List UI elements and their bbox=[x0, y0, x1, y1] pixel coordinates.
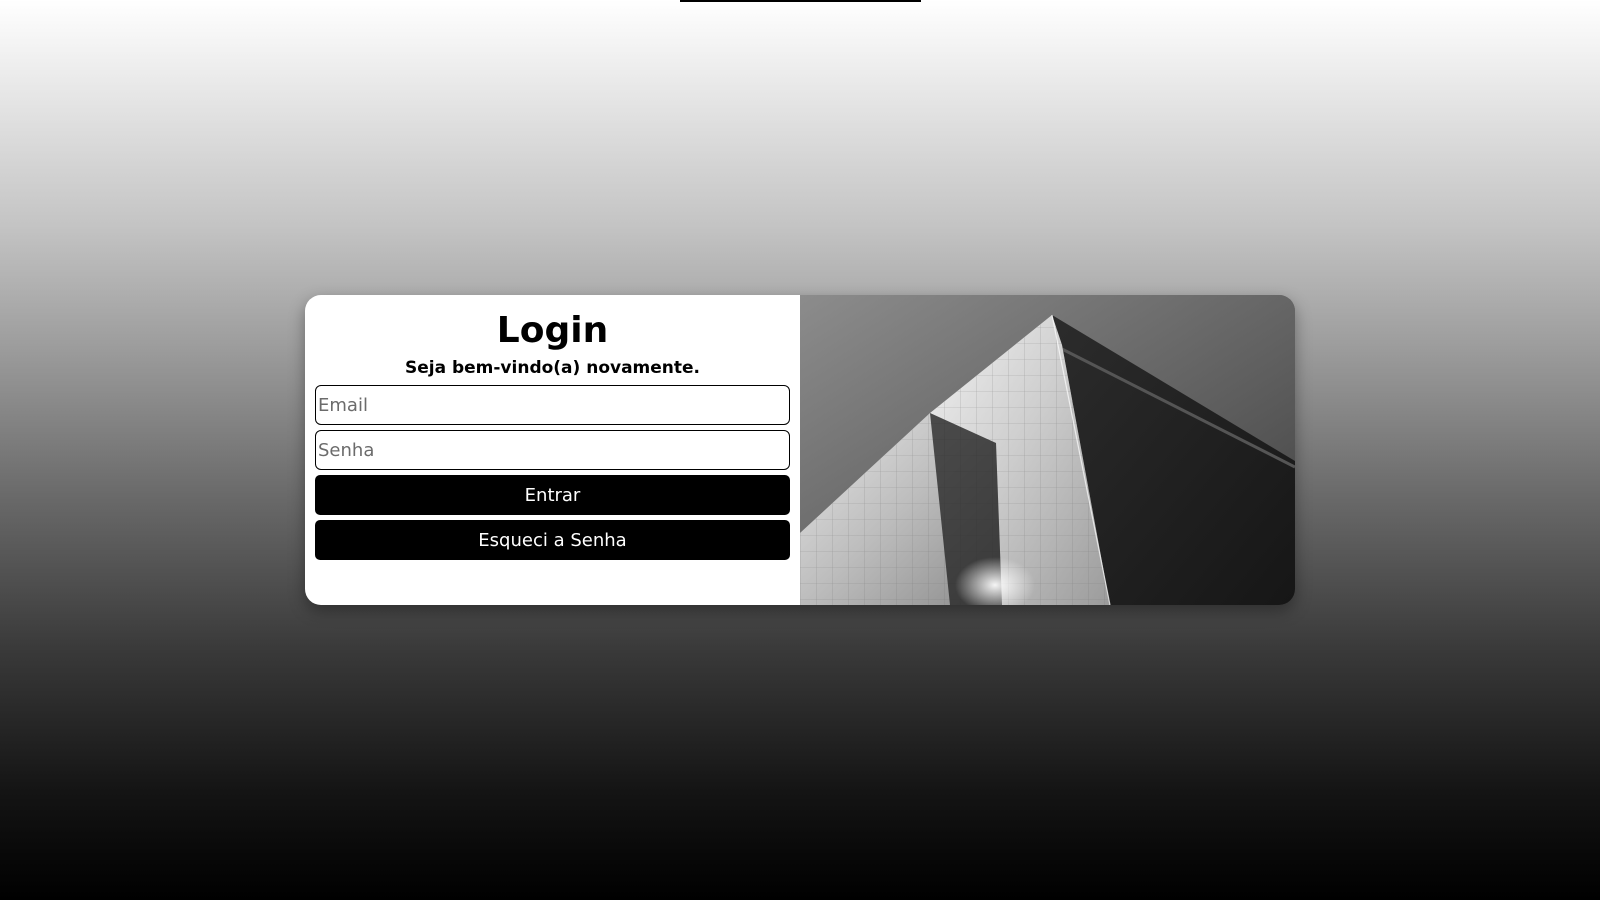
top-divider bbox=[680, 0, 921, 2]
building-illustration bbox=[800, 295, 1295, 605]
building-photo bbox=[800, 295, 1295, 605]
login-card: Login Seja bem-vindo(a) novamente. Entra… bbox=[305, 295, 1295, 605]
email-field[interactable] bbox=[315, 385, 790, 425]
welcome-subtitle: Seja bem-vindo(a) novamente. bbox=[404, 358, 701, 378]
login-form: Login Seja bem-vindo(a) novamente. Entra… bbox=[305, 295, 800, 605]
password-field[interactable] bbox=[315, 430, 790, 470]
page-title: Login bbox=[496, 310, 609, 351]
forgot-password-button[interactable]: Esqueci a Senha bbox=[315, 520, 790, 560]
login-button[interactable]: Entrar bbox=[315, 475, 790, 515]
